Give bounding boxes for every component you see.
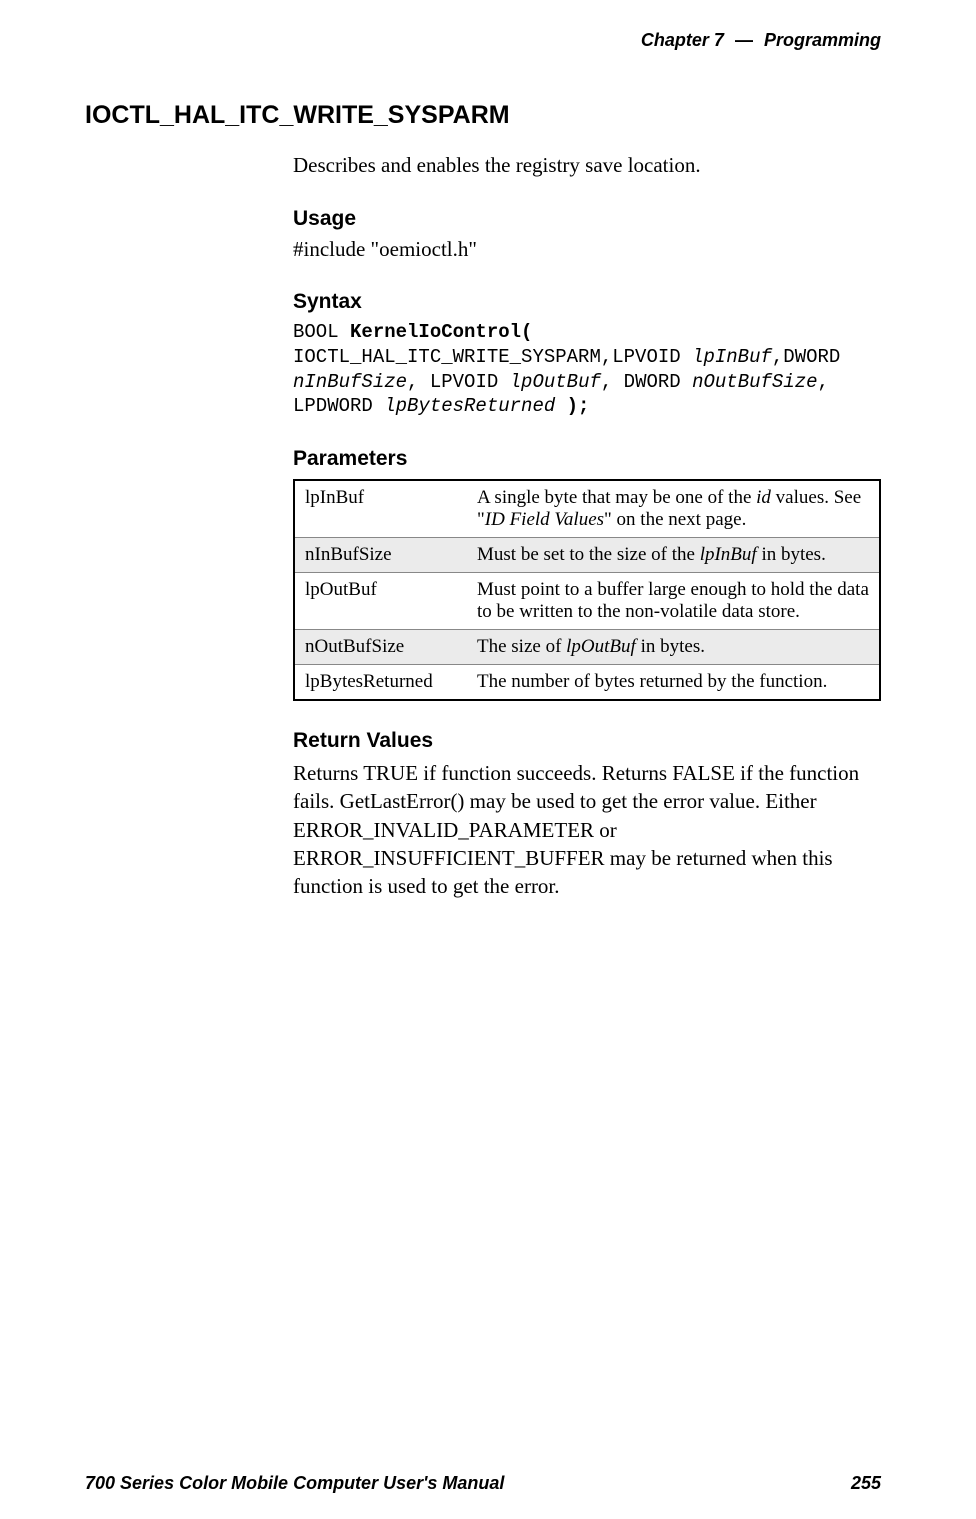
syntax-heading: Syntax [293,290,881,314]
table-row: nOutBufSize The size of lpOutBuf in byte… [294,630,880,665]
syntax-token: BOOL [293,321,350,343]
param-name: nOutBufSize [294,630,467,665]
footer-manual-title: 700 Series Color Mobile Computer User's … [85,1473,504,1494]
header-separator: — [735,30,753,50]
table-row: nInBufSize Must be set to the size of th… [294,538,880,573]
description-text: Describes and enables the registry save … [293,152,881,179]
parameters-heading: Parameters [293,447,881,471]
chapter-number: 7 [714,30,724,50]
param-desc: Must be set to the size of the lpInBuf i… [467,538,880,573]
param-name: lpBytesReturned [294,665,467,701]
table-row: lpInBuf A single byte that may be one of… [294,480,880,538]
usage-text: #include "oemioctl.h" [293,237,881,262]
syntax-token-bold: KernelIoControl( [350,321,532,343]
return-values-heading: Return Values [293,729,881,753]
table-row: lpBytesReturned The number of bytes retu… [294,665,880,701]
chapter-prefix: Chapter [641,30,709,50]
syntax-token-ital: lpOutBuf [510,371,601,393]
syntax-code: BOOL KernelIoControl( IOCTL_HAL_ITC_WRIT… [293,320,881,419]
param-desc: Must point to a buffer large enough to h… [467,573,880,630]
content-block: Describes and enables the registry save … [293,152,881,901]
parameters-table: lpInBuf A single byte that may be one of… [293,479,881,701]
param-name: lpOutBuf [294,573,467,630]
usage-heading: Usage [293,207,881,231]
syntax-token-ital: lpBytesReturned [384,395,555,417]
param-name: nInBufSize [294,538,467,573]
param-name: lpInBuf [294,480,467,538]
syntax-token: , DWORD [601,371,692,393]
syntax-token: , LPVOID [407,371,510,393]
page: Chapter 7 — Programming IOCTL_HAL_ITC_WR… [0,0,976,1519]
table-row: lpOutBuf Must point to a buffer large en… [294,573,880,630]
running-header: Chapter 7 — Programming [85,30,881,51]
footer-page-number: 255 [851,1473,881,1494]
chapter-title: Programming [764,30,881,50]
param-desc: The size of lpOutBuf in bytes. [467,630,880,665]
param-desc: The number of bytes returned by the func… [467,665,880,701]
syntax-token-ital: lpInBuf [692,346,772,368]
syntax-token: ,DWORD [772,346,840,368]
syntax-token-bold: ); [555,395,589,417]
syntax-token-ital: nInBufSize [293,371,407,393]
return-values-text: Returns TRUE if function succeeds. Retur… [293,759,881,901]
syntax-token-ital: nOutBufSize [692,371,817,393]
footer: 700 Series Color Mobile Computer User's … [85,1473,881,1494]
syntax-token: IOCTL_HAL_ITC_WRITE_SYSPARM,LPVOID [293,346,692,368]
page-title: IOCTL_HAL_ITC_WRITE_SYSPARM [85,101,881,130]
param-desc: A single byte that may be one of the id … [467,480,880,538]
